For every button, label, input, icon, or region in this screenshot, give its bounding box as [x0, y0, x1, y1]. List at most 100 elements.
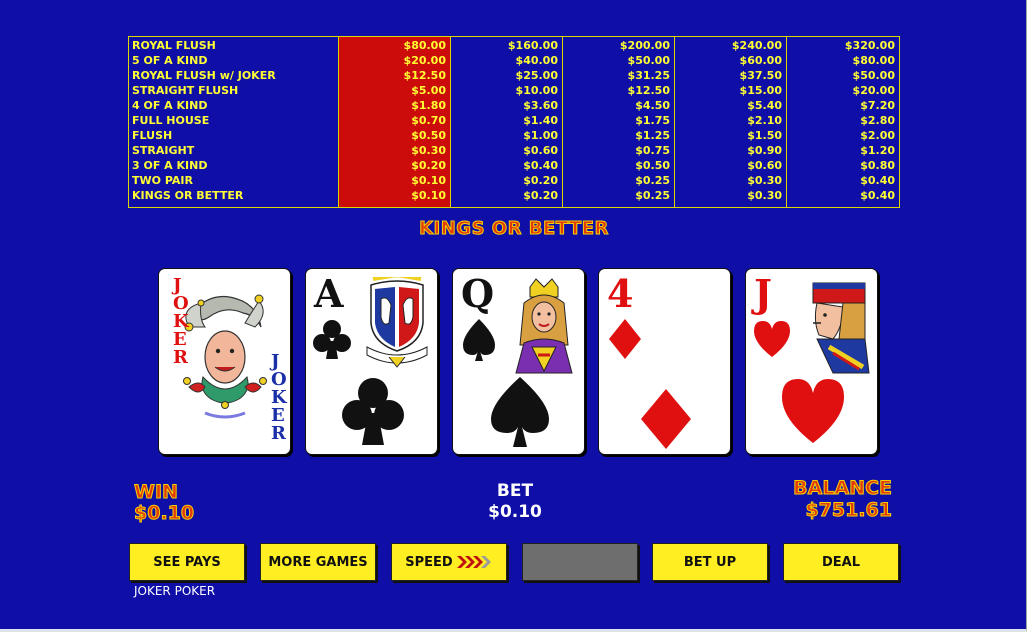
hand-name: 3 OF A KIND — [132, 159, 208, 172]
paytable-column-bet-4: $240.00 $60.00 $37.50 $15.00 $5.40 $2.10… — [675, 37, 787, 207]
card-4-four-of-diamonds[interactable]: 4 — [598, 268, 731, 455]
payout-value: $12.50 — [403, 69, 446, 82]
payout-value: $0.50 — [635, 159, 670, 172]
bet-up-label: BET UP — [683, 554, 737, 570]
hand-name: STRAIGHT FLUSH — [132, 84, 239, 97]
paytable-column-bet-3: $200.00 $50.00 $31.25 $12.50 $4.50 $1.75… — [563, 37, 675, 207]
payout-value: $0.30 — [747, 189, 782, 202]
payout-value: $2.10 — [747, 114, 782, 127]
payout-value: $80.00 — [403, 39, 446, 52]
payout-value: $25.00 — [515, 69, 558, 82]
see-pays-label: SEE PAYS — [153, 554, 221, 570]
payout-value: $1.50 — [747, 129, 782, 142]
hand-name: KINGS OR BETTER — [132, 189, 244, 202]
payout-value: $0.50 — [411, 129, 446, 142]
card-rank: A — [314, 271, 344, 316]
card-1-joker[interactable]: J O K E R J O K E R — [158, 268, 291, 455]
payout-value: $80.00 — [852, 54, 895, 67]
diamond-icon — [609, 319, 641, 359]
payout-value: $37.50 — [739, 69, 782, 82]
card-rank: J — [754, 271, 772, 316]
card-2-ace-of-clubs[interactable]: A — [305, 268, 438, 455]
svg-text:R: R — [173, 347, 189, 368]
more-games-label: MORE GAMES — [268, 554, 368, 570]
payout-value: $0.30 — [411, 144, 446, 157]
more-games-button[interactable]: MORE GAMES — [260, 543, 376, 581]
payout-value: $0.40 — [860, 174, 895, 187]
payout-value: $1.75 — [635, 114, 670, 127]
payout-value: $200.00 — [619, 39, 670, 52]
hand-result-text: KINGS OR BETTER — [419, 218, 609, 240]
card-rank: Q — [461, 271, 495, 316]
payout-value: $3.60 — [523, 99, 558, 112]
speed-label: SPEED — [405, 554, 453, 570]
hand-name: ROYAL FLUSH w/ JOKER — [132, 69, 276, 82]
card-3-queen-of-spades[interactable]: Q — [452, 268, 585, 455]
card-rank: 4 — [607, 271, 634, 316]
payout-value: $0.20 — [411, 159, 446, 172]
payout-value: $0.40 — [860, 189, 895, 202]
bet-up-button[interactable]: BET UP — [652, 543, 768, 581]
club-icon — [313, 320, 351, 359]
speed-button[interactable]: SPEED — [391, 543, 507, 581]
svg-text:R: R — [271, 423, 287, 444]
payout-value: $160.00 — [507, 39, 558, 52]
payout-value: $240.00 — [731, 39, 782, 52]
payout-value: $7.20 — [860, 99, 895, 112]
game-area: ROYAL FLUSH 5 OF A KIND ROYAL FLUSH w/ J… — [0, 0, 1027, 632]
payout-value: $1.80 — [411, 99, 446, 112]
deal-button[interactable]: DEAL — [783, 543, 899, 581]
hand-name: STRAIGHT — [132, 144, 195, 157]
speed-arrows-icon — [456, 556, 491, 568]
payout-value: $20.00 — [403, 54, 446, 67]
joker-card-art: J O K E R J O K E R — [171, 275, 288, 444]
crest-icon — [366, 277, 428, 368]
club-large-icon — [342, 378, 404, 445]
deal-label: DEAL — [821, 554, 861, 570]
payout-value: $0.40 — [523, 159, 558, 172]
payout-value: $0.90 — [747, 144, 782, 157]
diamond-large-icon — [641, 389, 691, 449]
paytable-hand-names: ROYAL FLUSH 5 OF A KIND ROYAL FLUSH w/ J… — [129, 37, 339, 207]
jack-face-icon — [812, 282, 870, 374]
game-name: JOKER POKER — [134, 584, 216, 598]
payout-value: $1.25 — [635, 129, 670, 142]
paytable: ROYAL FLUSH 5 OF A KIND ROYAL FLUSH w/ J… — [128, 36, 900, 208]
joker-face-icon — [183, 294, 267, 419]
hand-name: 5 OF A KIND — [132, 54, 208, 67]
payout-value: $0.80 — [860, 159, 895, 172]
payout-value: $0.10 — [411, 189, 446, 202]
payout-value: $0.60 — [747, 159, 782, 172]
payout-value: $0.25 — [635, 174, 670, 187]
queen-face-icon — [515, 278, 573, 374]
payout-value: $1.20 — [860, 144, 895, 157]
payout-value: $1.40 — [523, 114, 558, 127]
paytable-column-bet-2: $160.00 $40.00 $25.00 $10.00 $3.60 $1.40… — [451, 37, 563, 207]
payout-value: $15.00 — [739, 84, 782, 97]
balance-label: BALANCE — [793, 477, 893, 500]
payout-value: $60.00 — [739, 54, 782, 67]
spade-large-icon — [491, 377, 549, 447]
card-5-jack-of-hearts[interactable]: J — [745, 268, 878, 455]
hand-name: FLUSH — [132, 129, 173, 142]
payout-value: $320.00 — [844, 39, 895, 52]
paytable-column-bet-1: $80.00 $20.00 $12.50 $5.00 $1.80 $0.70 $… — [339, 37, 451, 207]
payout-value: $5.40 — [747, 99, 782, 112]
payout-value: $2.80 — [860, 114, 895, 127]
balance-value: $751.61 — [805, 499, 893, 522]
payout-value: $20.00 — [852, 84, 895, 97]
payout-value: $0.30 — [747, 174, 782, 187]
payout-value: $5.00 — [411, 84, 446, 97]
spade-icon — [463, 319, 495, 361]
see-pays-button[interactable]: SEE PAYS — [129, 543, 245, 581]
payout-value: $0.20 — [523, 174, 558, 187]
payout-value: $0.20 — [523, 189, 558, 202]
payout-value: $0.75 — [635, 144, 670, 157]
payout-value: $2.00 — [860, 129, 895, 142]
disabled-button — [522, 543, 638, 581]
heart-icon — [754, 321, 790, 357]
payout-value: $0.70 — [411, 114, 446, 127]
payout-value: $12.50 — [627, 84, 670, 97]
payout-value: $31.25 — [627, 69, 670, 82]
payout-value: $50.00 — [627, 54, 670, 67]
